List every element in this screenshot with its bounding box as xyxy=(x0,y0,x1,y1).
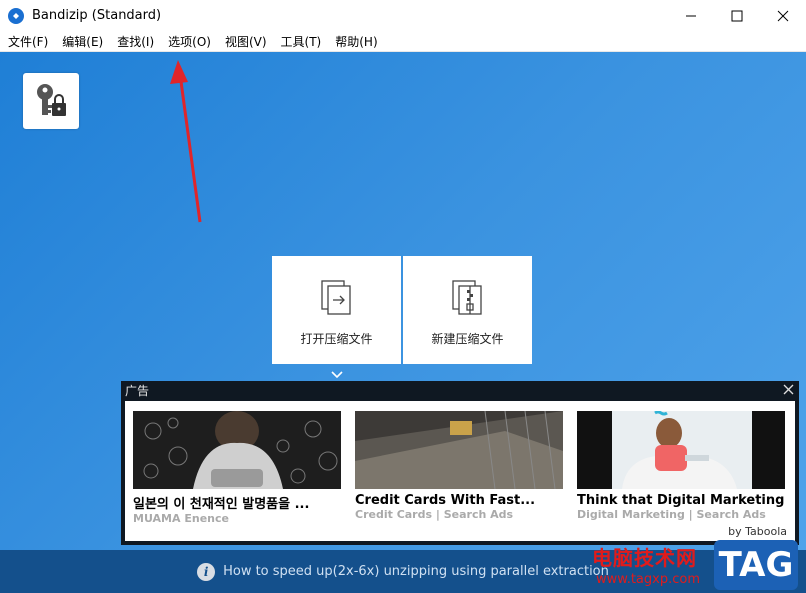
ad-header-label: 广告 xyxy=(125,384,150,398)
menu-find[interactable]: 查找(I) xyxy=(111,33,160,50)
watermark-tag-logo: TAG xyxy=(714,540,798,590)
ad-headline-1: 일본의 이 천재적인 발명품을 ... xyxy=(133,497,310,512)
close-button[interactable] xyxy=(760,0,806,31)
password-manager-button[interactable] xyxy=(23,73,79,129)
menu-tools[interactable]: 工具(T) xyxy=(275,33,328,50)
main-area: 打开压缩文件 新建压缩文件 广告 일본의 이 천재적인 발명품을 ... MUA… xyxy=(0,52,806,550)
key-lock-icon xyxy=(37,84,66,116)
ad-headline-2: Credit Cards With Fast... xyxy=(355,493,536,508)
new-archive-label: 新建压缩文件 xyxy=(431,332,504,346)
close-icon[interactable] xyxy=(783,384,794,395)
new-archive-tile[interactable]: 新建压缩文件 xyxy=(403,256,532,364)
watermark-tag-text: TAG xyxy=(718,545,794,585)
ad-image-3 xyxy=(577,411,785,489)
info-icon: i xyxy=(197,562,216,581)
menu-file[interactable]: 文件(F) xyxy=(2,33,54,50)
menu-options[interactable]: 选项(O) xyxy=(162,33,217,50)
title-bar: Bandizip (Standard) xyxy=(0,0,806,31)
taboola-attribution[interactable]: by Taboola xyxy=(728,525,787,538)
ad-source-2: Credit Cards | Search Ads xyxy=(355,508,514,521)
ad-body: 일본의 이 천재적인 발명품을 ... MUAMA Enence Credit … xyxy=(125,401,795,541)
ad-image-2 xyxy=(355,411,563,489)
watermark-title: 电脑技术网 xyxy=(592,546,697,570)
ad-image-1 xyxy=(133,411,341,489)
menu-help[interactable]: 帮助(H) xyxy=(329,33,383,50)
open-archive-icon xyxy=(320,280,351,315)
chevron-down-icon[interactable] xyxy=(330,370,344,380)
ad-panel: 广告 일본의 이 천재적인 발명품을 ... MUAMA Enence Cred… xyxy=(121,381,799,545)
status-tip-text: How to speed up(2x-6x) unzipping using p… xyxy=(223,564,609,579)
new-archive-icon xyxy=(451,280,482,315)
minimize-button[interactable] xyxy=(668,0,714,31)
ad-card-2[interactable]: Credit Cards With Fast... Credit Cards |… xyxy=(355,411,563,521)
ad-headline-3: Think that Digital Marketing... xyxy=(577,493,785,508)
window-title: Bandizip (Standard) xyxy=(32,8,162,23)
open-archive-tile[interactable]: 打开压缩文件 xyxy=(272,256,401,364)
menu-view[interactable]: 视图(V) xyxy=(219,33,273,50)
watermark-url: www.tagxp.com xyxy=(596,572,700,587)
watermark: 电脑技术网 www.tagxp.com TAG xyxy=(592,540,806,593)
menu-edit[interactable]: 编辑(E) xyxy=(56,33,109,50)
ad-source-1: MUAMA Enence xyxy=(133,512,229,525)
bandizip-app-icon xyxy=(8,7,24,24)
menu-bar: 文件(F) 编辑(E) 查找(I) 选项(O) 视图(V) 工具(T) 帮助(H… xyxy=(0,31,806,52)
open-archive-label: 打开压缩文件 xyxy=(300,332,373,346)
ad-source-3: Digital Marketing | Search Ads xyxy=(577,508,766,521)
annotation-arrow xyxy=(170,60,202,223)
maximize-button[interactable] xyxy=(714,0,760,31)
ad-card-3[interactable]: Think that Digital Marketing... Digital … xyxy=(577,411,785,521)
ad-header: 广告 xyxy=(121,381,799,400)
ad-card-1[interactable]: 일본의 이 천재적인 발명품을 ... MUAMA Enence xyxy=(133,411,341,525)
